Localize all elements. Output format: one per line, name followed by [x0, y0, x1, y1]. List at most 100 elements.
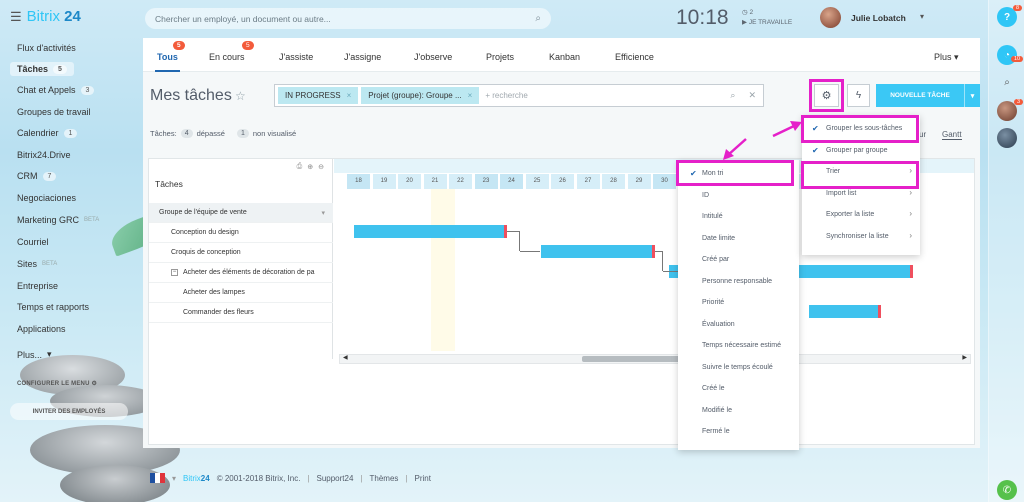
themes-link[interactable]: Thèmes [370, 474, 399, 483]
gantt-row[interactable]: − Acheter des éléments de décoration de p… [149, 263, 333, 283]
collapse-icon[interactable]: − [171, 269, 178, 276]
global-search-input[interactable]: Chercher un employé, un document ou autr… [145, 8, 551, 29]
menu-burger-icon[interactable]: ☰ [10, 9, 22, 25]
tab-more[interactable]: Plus ▾ [934, 52, 959, 63]
tab-all[interactable]: Tous 5 [155, 41, 185, 72]
filter-search-field[interactable]: IN PROGRESS × Projet (groupe): Groupe ...… [274, 84, 764, 107]
menu-item-mail[interactable]: Courriel [17, 237, 49, 247]
menu-item-more[interactable]: Plus... ▾ [17, 349, 52, 360]
sort-option[interactable]: Personne responsable [702, 278, 772, 285]
tab-projects[interactable]: Projets [486, 52, 514, 62]
sort-option[interactable]: Créé le [702, 385, 725, 392]
filter-chip-project[interactable]: Projet (groupe): Groupe ... × [361, 87, 480, 104]
bitrix24-logo[interactable]: ☰ Bitrix 24 [10, 8, 81, 25]
sort-option[interactable]: Intitulé [702, 213, 723, 220]
settings-option[interactable]: Import list [826, 190, 856, 197]
gantt-row[interactable]: Croquis de conception [149, 243, 333, 263]
sort-option[interactable]: ID [702, 192, 709, 199]
gantt-row[interactable]: Commander des fleurs [149, 303, 333, 323]
menu-item-time[interactable]: Temps et rapports [17, 302, 89, 312]
user-avatar[interactable] [820, 7, 841, 28]
unseen-count[interactable]: 1 [236, 129, 249, 138]
star-icon[interactable]: ☆ [235, 89, 246, 103]
menu-item-chat[interactable]: Chat et Appels 3 [17, 85, 95, 95]
sort-option[interactable]: Temps nécessaire estimé [702, 342, 781, 349]
tab-kanban[interactable]: Kanban [549, 52, 580, 62]
sort-option[interactable]: Créé par [702, 256, 729, 263]
menu-item-company[interactable]: Entreprise [17, 281, 58, 291]
menu-item-activity[interactable]: Flux d'activités [17, 43, 76, 53]
scroll-right-icon[interactable]: ▶ [962, 354, 967, 361]
sort-option[interactable]: Modifié le [702, 407, 732, 414]
robots-button[interactable]: ϟ [847, 84, 870, 107]
clock[interactable]: 10:18 [676, 6, 729, 30]
tab-label: Projets [486, 52, 515, 62]
menu-item-calendar[interactable]: Calendrier 1 [17, 128, 78, 138]
invite-employees-button[interactable]: INVITER DES EMPLOYÉS [10, 403, 128, 420]
menu-item-drive[interactable]: Bitrix24.Drive [17, 150, 71, 160]
tab-observe[interactable]: J'observe [414, 52, 452, 62]
sort-option[interactable]: Suivre le temps écoulé [702, 364, 773, 371]
menu-item-apps[interactable]: Applications [17, 324, 66, 334]
menu-item-negociaciones[interactable]: Negociaciones [17, 193, 76, 203]
gantt-day-label: 22 [448, 174, 472, 189]
print-link[interactable]: Print [414, 474, 430, 483]
chevron-down-icon[interactable]: ▾ [920, 12, 924, 21]
gear-icon: ⚙ [91, 381, 98, 387]
settings-option[interactable]: Synchroniser la liste [826, 233, 889, 240]
chevron-down-icon[interactable]: ▾ [964, 84, 980, 107]
chevron-down-icon: ▾ [47, 349, 52, 359]
close-icon[interactable]: ✕ [748, 90, 756, 101]
language-flag-icon[interactable] [150, 473, 165, 483]
overdue-count[interactable]: 4 [180, 129, 193, 138]
filter-placeholder: + recherche [485, 91, 528, 100]
gantt-bar[interactable] [354, 225, 507, 238]
settings-option[interactable]: Exporter la liste [826, 211, 874, 218]
unseen-label[interactable]: non visualisé [253, 129, 296, 138]
tab-efficiency[interactable]: Efficience [615, 52, 654, 62]
chevron-down-icon[interactable]: ▾ [172, 474, 176, 483]
zoom-in-icon[interactable]: ⊕ [307, 163, 313, 171]
menu-item-marketing[interactable]: Marketing GRC BETA [17, 215, 99, 225]
notification-badge: 8 [1013, 5, 1023, 11]
user-name[interactable]: Julie Lobatch [851, 13, 906, 23]
configure-menu-button[interactable]: CONFIGURER LE MENU ⚙ [17, 380, 97, 387]
print-icon[interactable]: ⎙ [297, 163, 303, 171]
gantt-row[interactable]: Conception du design [149, 223, 333, 243]
sort-option[interactable]: Fermé le [702, 428, 730, 435]
sort-option[interactable]: Priorité [702, 299, 724, 306]
support-link[interactable]: Support24 [317, 474, 354, 483]
search-icon[interactable]: ⌕ [535, 13, 541, 24]
settings-option[interactable]: Grouper par groupe [826, 147, 887, 154]
gantt-bar[interactable] [541, 245, 655, 258]
gantt-scrollbar[interactable]: ◀ ▶ [339, 354, 971, 364]
menu-item-tasks[interactable]: Tâches 5 [10, 62, 74, 76]
tab-in-progress[interactable]: En cours 5 [209, 41, 254, 62]
filter-chip-status[interactable]: IN PROGRESS × [278, 87, 359, 104]
contact-avatar[interactable] [997, 128, 1017, 148]
search-icon[interactable]: ⌕ [730, 90, 735, 101]
zoom-out-icon[interactable]: ⊖ [318, 163, 324, 171]
overdue-label[interactable]: dépassé [197, 129, 225, 138]
view-gantt-tab[interactable]: Gantt [942, 130, 962, 140]
menu-item-crm[interactable]: CRM 7 [17, 171, 57, 181]
work-status[interactable]: ◷ 2 ▶ JE TRAVAILLE [742, 8, 792, 28]
view-calendar-tab[interactable]: ur [919, 130, 926, 139]
remove-chip-icon[interactable]: × [347, 91, 352, 100]
tab-assign[interactable]: J'assigne [344, 52, 381, 62]
scroll-left-icon[interactable]: ◀ [343, 354, 348, 361]
new-task-button[interactable]: NOUVELLE TÂCHE ▾ [876, 84, 980, 107]
gantt-row[interactable]: Acheter des lampes [149, 283, 333, 303]
gantt-bar[interactable] [809, 305, 881, 318]
sort-option[interactable]: Évaluation [702, 321, 735, 328]
phone-icon[interactable]: ✆ [997, 480, 1017, 500]
search-icon[interactable]: ⌕ [997, 72, 1017, 92]
tab-assist[interactable]: J'assiste [279, 52, 313, 62]
chevron-down-icon[interactable]: ▾ [321, 209, 325, 217]
menu-item-sites[interactable]: Sites BETA [17, 259, 57, 269]
bell-icon[interactable]: ◔ [997, 45, 1017, 65]
menu-item-workgroups[interactable]: Groupes de travail [17, 107, 91, 117]
gantt-row-group[interactable]: Groupe de l'équipe de vente ▾ [149, 203, 333, 223]
sort-option[interactable]: Date limite [702, 235, 735, 242]
remove-chip-icon[interactable]: × [468, 91, 473, 100]
